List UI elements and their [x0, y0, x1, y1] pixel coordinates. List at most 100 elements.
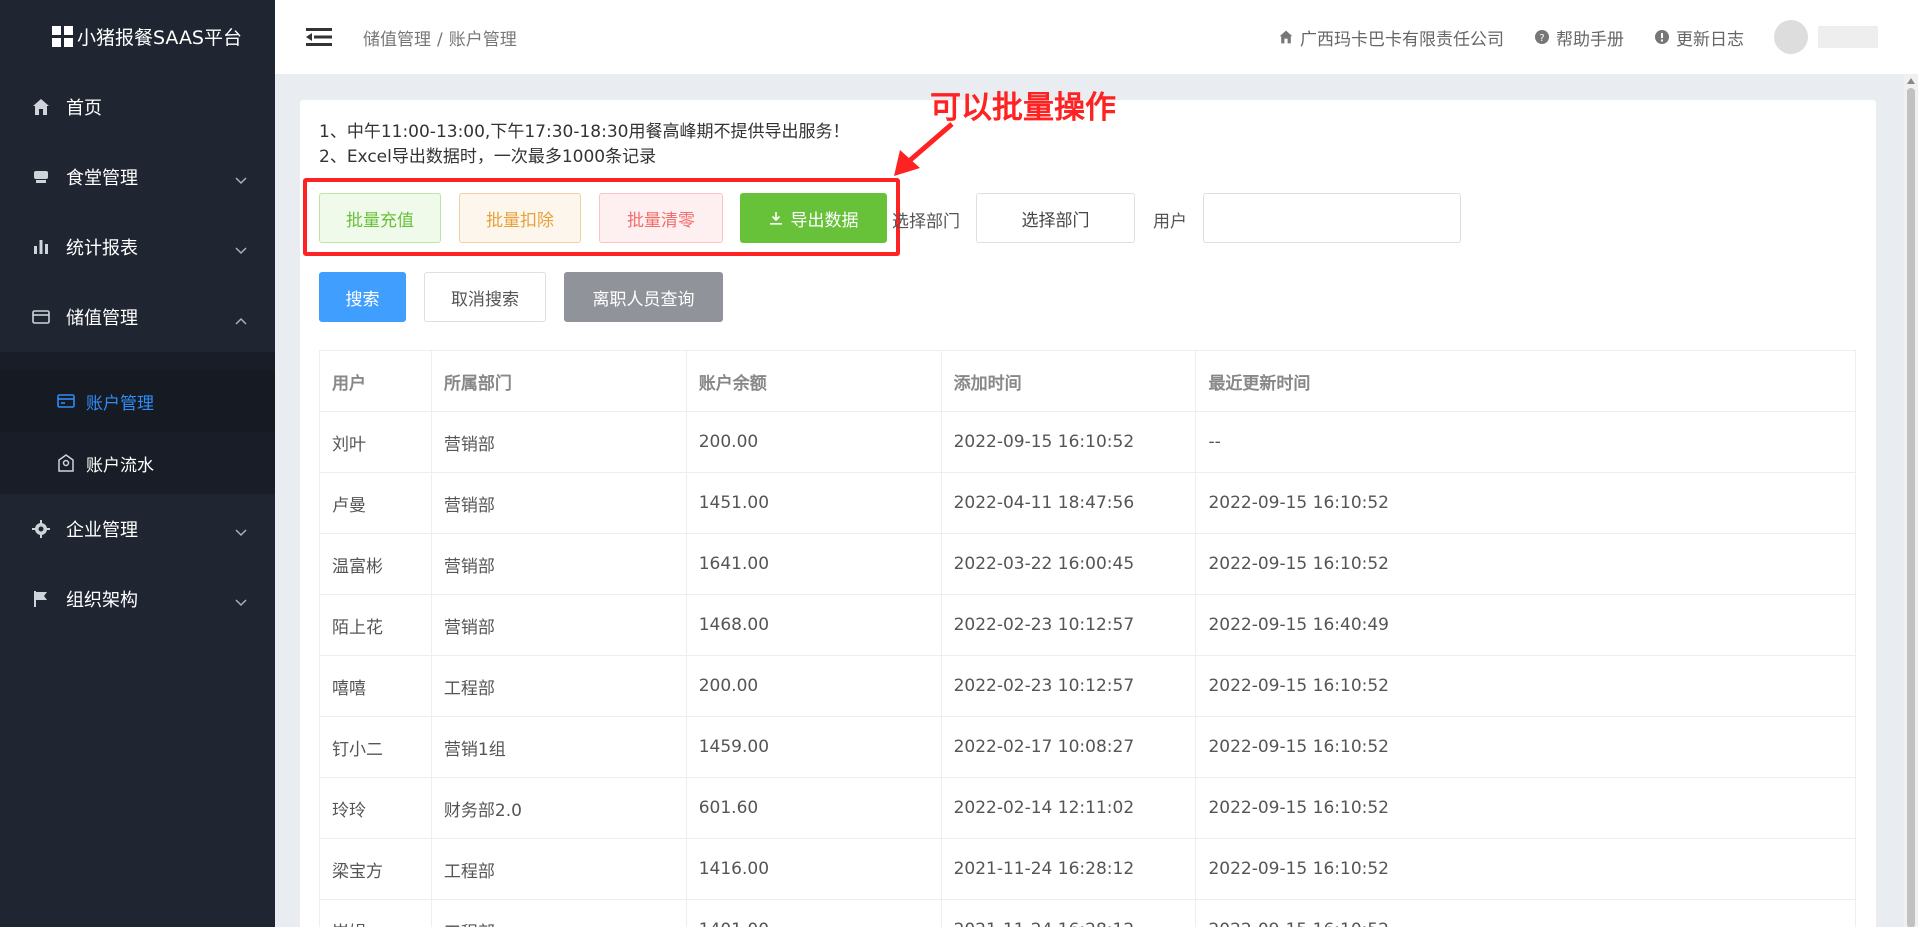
department-label: 选择部门 — [892, 212, 960, 232]
column-header-updated[interactable]: 最近更新时间 — [1195, 350, 1856, 412]
breadcrumb: 储值管理 / 账户管理 — [363, 25, 517, 50]
sidebar-subitem-account-flow[interactable]: 账户流水 — [0, 432, 275, 494]
cell-updated: 2022-09-15 16:10:52 — [1195, 899, 1856, 927]
chevron-down-icon — [235, 169, 247, 190]
breadcrumb-separator: / — [437, 29, 443, 50]
batch-deduct-button[interactable]: 批量扣除 — [459, 193, 581, 243]
cell-balance: 601.60 — [685, 777, 942, 839]
column-header-created[interactable]: 添加时间 — [940, 350, 1197, 412]
gear-icon — [30, 518, 52, 540]
cell-balance: 1401.00 — [685, 899, 942, 927]
batch-clear-button[interactable]: 批量清零 — [599, 193, 723, 243]
sidebar-item-organization[interactable]: 组织架构 — [0, 564, 275, 634]
content-card: 1、中午11:00-13:00,下午17:30-18:30用餐高峰期不提供导出服… — [300, 90, 1876, 927]
grid-logo-icon — [52, 25, 73, 47]
cell-user: 梁宝方 — [319, 838, 432, 900]
cell-created: 2022-02-23 10:12:57 — [940, 655, 1197, 717]
username-blurred[interactable] — [1818, 26, 1878, 48]
sidebar: 小猪报餐SAAS平台 首页 食堂管理 统计报表 储值管理 账户管理 账户流水 企… — [0, 0, 275, 927]
cell-department: 营销部 — [430, 594, 687, 656]
table-row[interactable]: 玲玲 财务部2.0 601.60 2022-02-14 12:11:02 2022-09… — [319, 777, 1856, 839]
canteen-icon — [30, 166, 52, 188]
table-row[interactable]: 嘻嘻 工程部 200.00 2022-02-23 10:12:57 2022-09-15… — [319, 655, 1856, 717]
table-row[interactable]: 陌上花 营销部 1468.00 2022-02-23 10:12:57 2022-09-… — [319, 594, 1856, 656]
column-header-department[interactable]: 所属部门 — [430, 350, 687, 412]
resigned-staff-query-button[interactable]: 离职人员查询 — [564, 272, 723, 322]
sidebar-item-reports[interactable]: 统计报表 — [0, 212, 275, 282]
cell-balance: 1451.00 — [685, 472, 942, 534]
breadcrumb-item-current: 账户管理 — [448, 29, 517, 50]
card-icon — [30, 306, 52, 328]
cell-department: 营销部 — [430, 472, 687, 534]
question-icon: ? — [1534, 29, 1550, 45]
company-name: 广西玛卡巴卡有限责任公司 — [1300, 29, 1504, 50]
cell-updated: 2022-09-15 16:10:52 — [1195, 838, 1856, 900]
cell-created: 2022-02-23 10:12:57 — [940, 594, 1197, 656]
cell-user: 岚娟 — [319, 899, 432, 927]
company-link[interactable]: 广西玛卡巴卡有限责任公司 — [1278, 25, 1504, 50]
table-row[interactable]: 梁宝方 工程部 1416.00 2021-11-24 16:28:12 2022-09-… — [319, 838, 1856, 900]
cell-user: 玲玲 — [319, 777, 432, 839]
stored-value-submenu: 账户管理 账户流水 — [0, 352, 275, 494]
cell-created: 2022-03-22 16:00:45 — [940, 533, 1197, 595]
cell-updated: 2022-09-15 16:10:52 — [1195, 716, 1856, 778]
table-row[interactable]: 温富彬 营销部 1641.00 2022-03-22 16:00:45 2022-09-… — [319, 533, 1856, 595]
breadcrumb-item[interactable]: 储值管理 — [363, 30, 431, 50]
table-row[interactable]: 钉小二 营销1组 1459.00 2022-02-17 10:08:27 2022-09… — [319, 716, 1856, 778]
avatar[interactable] — [1774, 20, 1808, 54]
cell-created: 2022-04-11 18:47:56 — [940, 472, 1197, 534]
select-department-button[interactable]: 选择部门 — [976, 193, 1135, 243]
notice-line-2: 2、Excel导出数据时，一次最多1000条记录 — [319, 147, 657, 167]
search-button[interactable]: 搜索 — [319, 272, 406, 322]
sidebar-item-canteen[interactable]: 食堂管理 — [0, 142, 275, 212]
help-link[interactable]: ? 帮助手册 — [1534, 25, 1624, 50]
notice-line-1: 1、中午11:00-13:00,下午17:30-18:30用餐高峰期不提供导出服… — [319, 122, 850, 142]
cell-updated: 2022-09-15 16:10:52 — [1195, 533, 1856, 595]
annotation-arrow-icon — [894, 122, 954, 176]
sidebar-subitem-account-management[interactable]: 账户管理 — [0, 370, 275, 432]
export-data-button[interactable]: 导出数据 — [740, 193, 887, 243]
cell-user: 陌上花 — [319, 594, 432, 656]
user-label: 用户 — [1153, 212, 1187, 232]
sidebar-item-enterprise[interactable]: 企业管理 — [0, 494, 275, 564]
cancel-search-button[interactable]: 取消搜索 — [424, 272, 546, 322]
table-row[interactable]: 岚娟工程部1401.002021-11-24 16:28:122022-09-1… — [319, 899, 1856, 927]
sidebar-item-home[interactable]: 首页 — [0, 72, 275, 142]
user-search-input[interactable] — [1203, 193, 1461, 243]
changelog-link[interactable]: 更新日志 — [1654, 25, 1744, 50]
batch-recharge-button[interactable]: 批量充值 — [319, 193, 441, 243]
vertical-scrollbar[interactable] — [1904, 74, 1918, 927]
cell-balance: 1468.00 — [685, 594, 942, 656]
card-icon — [56, 391, 76, 411]
brand[interactable]: 小猪报餐SAAS平台 — [0, 0, 275, 72]
cell-department: 工程部 — [430, 899, 687, 927]
cell-updated: 2022-09-15 16:10:52 — [1195, 777, 1856, 839]
cell-department: 营销部 — [430, 533, 687, 595]
table-row[interactable]: 卢曼 营销部 1451.00 2022-04-11 18:47:56 2022-09-1… — [319, 472, 1856, 534]
cell-balance: 200.00 — [685, 655, 942, 717]
cell-updated: 2022-09-15 16:10:52 — [1195, 472, 1856, 534]
sidebar-item-stored-value[interactable]: 储值管理 — [0, 282, 275, 352]
cell-updated: 2022-09-15 16:40:49 — [1195, 594, 1856, 656]
home-icon — [1278, 29, 1294, 45]
home-icon — [30, 96, 52, 118]
scroll-up-arrow-icon[interactable] — [1907, 78, 1915, 84]
cell-user: 刘叶 — [319, 411, 432, 473]
menu-collapse-icon[interactable] — [305, 23, 333, 51]
cell-balance: 200.00 — [685, 411, 942, 473]
cell-user: 温富彬 — [319, 533, 432, 595]
column-header-user[interactable]: 用户 — [319, 350, 432, 412]
flag-icon — [30, 588, 52, 610]
scrollbar-thumb[interactable] — [1907, 88, 1915, 927]
cell-balance: 1459.00 — [685, 716, 942, 778]
cell-department: 营销1组 — [430, 716, 687, 778]
top-header: 储值管理 / 账户管理 广西玛卡巴卡有限责任公司 ? 帮助手册 更新日志 — [275, 0, 1918, 74]
table-header-row: 用户 所属部门 账户余额 添加时间 最近更新时间 — [319, 350, 1856, 412]
cell-created: 2021-11-24 16:28:12 — [940, 838, 1197, 900]
cell-user: 钉小二 — [319, 716, 432, 778]
column-header-balance[interactable]: 账户余额 — [685, 350, 942, 412]
cell-department: 营销部 — [430, 411, 687, 473]
chevron-down-icon — [235, 521, 247, 542]
table-row[interactable]: 刘叶 营销部 200.00 2022-09-15 16:10:52 -- — [319, 411, 1856, 473]
cell-created: 2022-02-17 10:08:27 — [940, 716, 1197, 778]
